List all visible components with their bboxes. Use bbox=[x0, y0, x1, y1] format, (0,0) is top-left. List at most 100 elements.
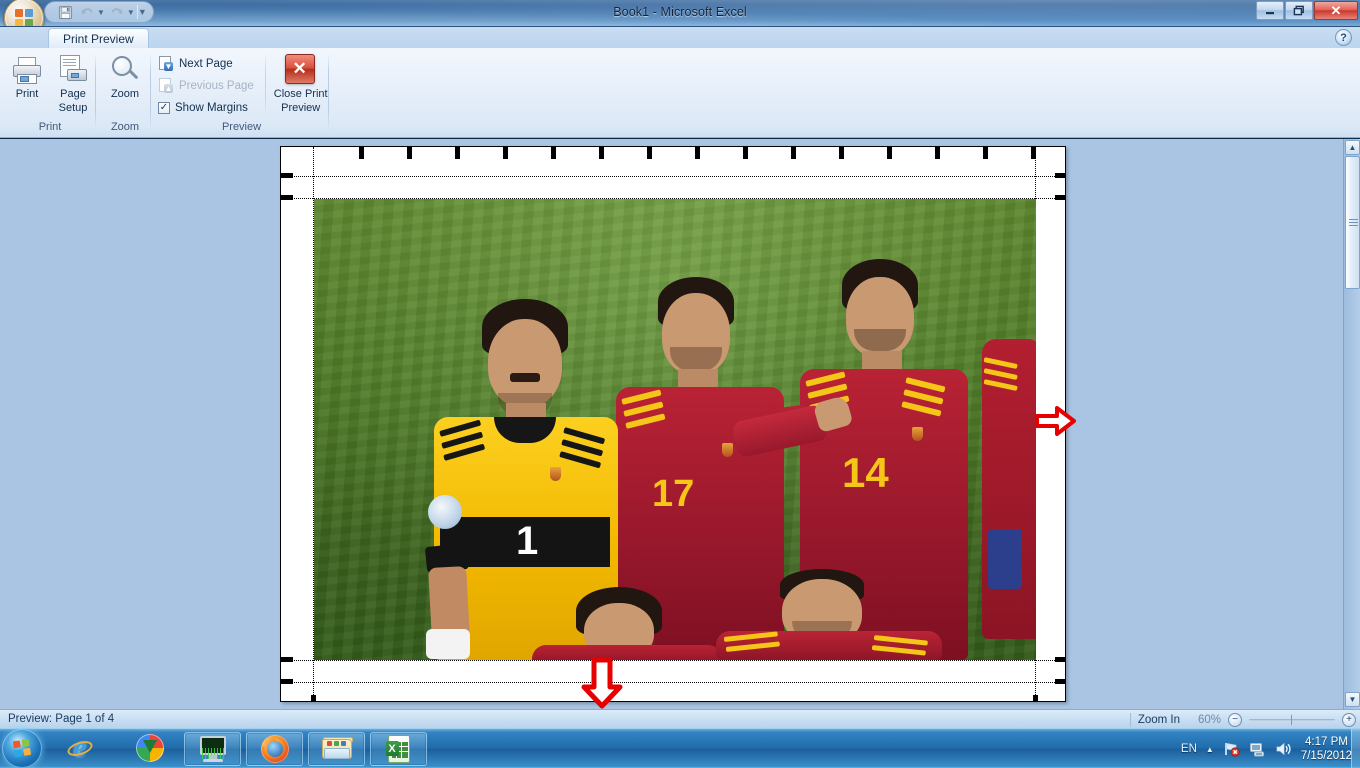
margin-line-bottom-inner bbox=[281, 660, 1065, 661]
taskbar: e X EN ▲ 4:17 PM 7/15/2012 bbox=[0, 728, 1360, 768]
jersey-number-17: 17 bbox=[652, 473, 695, 515]
scrollbar-grip bbox=[1349, 219, 1358, 226]
language-indicator[interactable]: EN bbox=[1181, 743, 1197, 755]
column-handle[interactable] bbox=[551, 147, 556, 159]
column-handle[interactable] bbox=[983, 147, 988, 159]
undo-dropdown-caret[interactable]: ▼ bbox=[97, 8, 105, 17]
show-hidden-icons-button[interactable]: ▲ bbox=[1206, 745, 1214, 754]
taskbar-idm[interactable] bbox=[136, 734, 166, 764]
team-crest bbox=[722, 443, 733, 457]
scroll-down-button[interactable]: ▼ bbox=[1345, 692, 1360, 707]
margin-handle-bottom-right[interactable] bbox=[1055, 657, 1065, 662]
close-button[interactable]: ✕ bbox=[1314, 1, 1358, 20]
previous-page-icon: ▲ bbox=[158, 78, 174, 94]
page-setup-label-line2: Setup bbox=[58, 102, 88, 114]
show-desktop-button[interactable] bbox=[1351, 729, 1360, 768]
column-handle[interactable] bbox=[695, 147, 700, 159]
zoom-slider[interactable] bbox=[1249, 713, 1335, 727]
scroll-up-button[interactable]: ▲ bbox=[1345, 140, 1360, 155]
scrollbar-thumb[interactable] bbox=[1345, 156, 1360, 289]
page-setup-label-line1: Page bbox=[60, 88, 86, 100]
volume-icon[interactable] bbox=[1275, 741, 1292, 757]
taskbar-internet-explorer[interactable]: e bbox=[65, 732, 96, 764]
customize-qat-caret[interactable]: ▼ bbox=[138, 7, 147, 17]
group-label-zoom: Zoom bbox=[110, 121, 140, 133]
restore-icon bbox=[1293, 5, 1304, 16]
column-handle[interactable] bbox=[455, 147, 460, 159]
margin-handle-bottom-column-right[interactable] bbox=[1033, 695, 1038, 701]
undo-icon bbox=[81, 8, 93, 15]
team-crest bbox=[550, 467, 561, 481]
ribbon-group-zoom: Zoom Zoom bbox=[99, 50, 151, 134]
ribbon-group-preview: ▼ Next Page ▲ Previous Page ✓ Show Margi… bbox=[154, 50, 329, 134]
column-handle[interactable] bbox=[359, 147, 364, 159]
inner-divider bbox=[265, 53, 267, 115]
margin-handle-bottom-right-2[interactable] bbox=[1055, 679, 1065, 684]
explorer-icon bbox=[321, 737, 353, 761]
help-icon[interactable]: ? bbox=[1335, 29, 1352, 46]
tab-print-preview[interactable]: Print Preview bbox=[48, 28, 149, 49]
zoom-button[interactable]: Zoom bbox=[99, 50, 151, 100]
clock[interactable]: 4:17 PM 7/15/2012 bbox=[1301, 735, 1352, 763]
column-handle[interactable] bbox=[839, 147, 844, 159]
group-label-preview: Preview bbox=[221, 121, 262, 133]
preview-workspace[interactable]: 14 17 1 ▲ ▼ bbox=[0, 139, 1360, 709]
system-monitor-icon bbox=[198, 736, 228, 762]
action-center-icon[interactable] bbox=[1223, 741, 1240, 757]
zoom-in-button[interactable]: + bbox=[1342, 712, 1356, 727]
status-divider bbox=[1129, 712, 1131, 727]
print-button-label: Print bbox=[15, 88, 39, 100]
show-margins-checkbox[interactable]: ✓ Show Margins bbox=[154, 97, 263, 119]
quick-access-toolbar: ▼ ▼ ▼ bbox=[44, 1, 154, 23]
taskbar-task-system-monitor[interactable] bbox=[184, 732, 241, 766]
margin-handle-top-left[interactable] bbox=[281, 173, 293, 178]
column-handle[interactable] bbox=[1031, 147, 1036, 159]
close-print-preview-button[interactable]: ✕ Close Print Preview bbox=[272, 50, 329, 114]
undo-button[interactable] bbox=[77, 3, 97, 21]
column-handle[interactable] bbox=[887, 147, 892, 159]
internet-explorer-icon: e bbox=[65, 732, 95, 762]
column-handle[interactable] bbox=[407, 147, 412, 159]
restore-button[interactable] bbox=[1285, 1, 1313, 20]
checkbox-checked-icon: ✓ bbox=[158, 102, 170, 114]
show-margins-label: Show Margins bbox=[175, 102, 248, 114]
margin-handle-top-right[interactable] bbox=[1055, 173, 1065, 178]
taskbar-task-explorer[interactable] bbox=[308, 732, 365, 766]
taskbar-task-firefox[interactable] bbox=[246, 732, 303, 766]
magnifier-icon bbox=[109, 54, 141, 86]
start-button[interactable] bbox=[2, 729, 42, 768]
redo-dropdown-caret[interactable]: ▼ bbox=[127, 8, 135, 17]
preview-commands-list: ▼ Next Page ▲ Previous Page ✓ Show Margi… bbox=[154, 50, 263, 119]
margin-handle-top-right-2[interactable] bbox=[1055, 195, 1065, 200]
zoom-percent[interactable]: 60% bbox=[1187, 714, 1221, 726]
page-setup-icon bbox=[57, 54, 89, 86]
window-controls: ✕ bbox=[1256, 1, 1358, 20]
margin-handle-bottom-left-2[interactable] bbox=[281, 679, 293, 684]
column-handle[interactable] bbox=[743, 147, 748, 159]
office-button[interactable] bbox=[4, 0, 44, 26]
zoom-out-button[interactable]: − bbox=[1228, 712, 1242, 727]
close-preview-icon: ✕ bbox=[284, 54, 317, 86]
save-button[interactable] bbox=[55, 3, 75, 21]
column-handle[interactable] bbox=[599, 147, 604, 159]
margin-handle-bottom-column-left[interactable] bbox=[311, 695, 316, 701]
minimize-button[interactable] bbox=[1256, 1, 1284, 20]
column-handle[interactable] bbox=[503, 147, 508, 159]
page-setup-button[interactable]: Page Setup bbox=[50, 50, 96, 114]
margin-handle-top-left-2[interactable] bbox=[281, 195, 293, 200]
next-page-button[interactable]: ▼ Next Page bbox=[154, 53, 263, 75]
print-button[interactable]: Print bbox=[4, 50, 50, 100]
network-icon[interactable] bbox=[1249, 741, 1266, 757]
redo-button[interactable] bbox=[107, 3, 127, 21]
zoom-controls: Zoom In 60% − + bbox=[1129, 710, 1356, 729]
margin-handle-bottom-left[interactable] bbox=[281, 657, 293, 662]
taskbar-task-excel[interactable]: X bbox=[370, 732, 427, 766]
column-handle[interactable] bbox=[935, 147, 940, 159]
column-handle[interactable] bbox=[791, 147, 796, 159]
zoom-in-label[interactable]: Zoom In bbox=[1138, 714, 1180, 726]
ribbon: Print Page Setup Print Zoom Zoom ▼ Next … bbox=[0, 48, 1360, 138]
vertical-scrollbar[interactable]: ▲ ▼ bbox=[1343, 139, 1360, 709]
jersey-number-1: 1 bbox=[516, 519, 539, 563]
zoom-slider-track bbox=[1249, 718, 1335, 721]
column-handle[interactable] bbox=[647, 147, 652, 159]
